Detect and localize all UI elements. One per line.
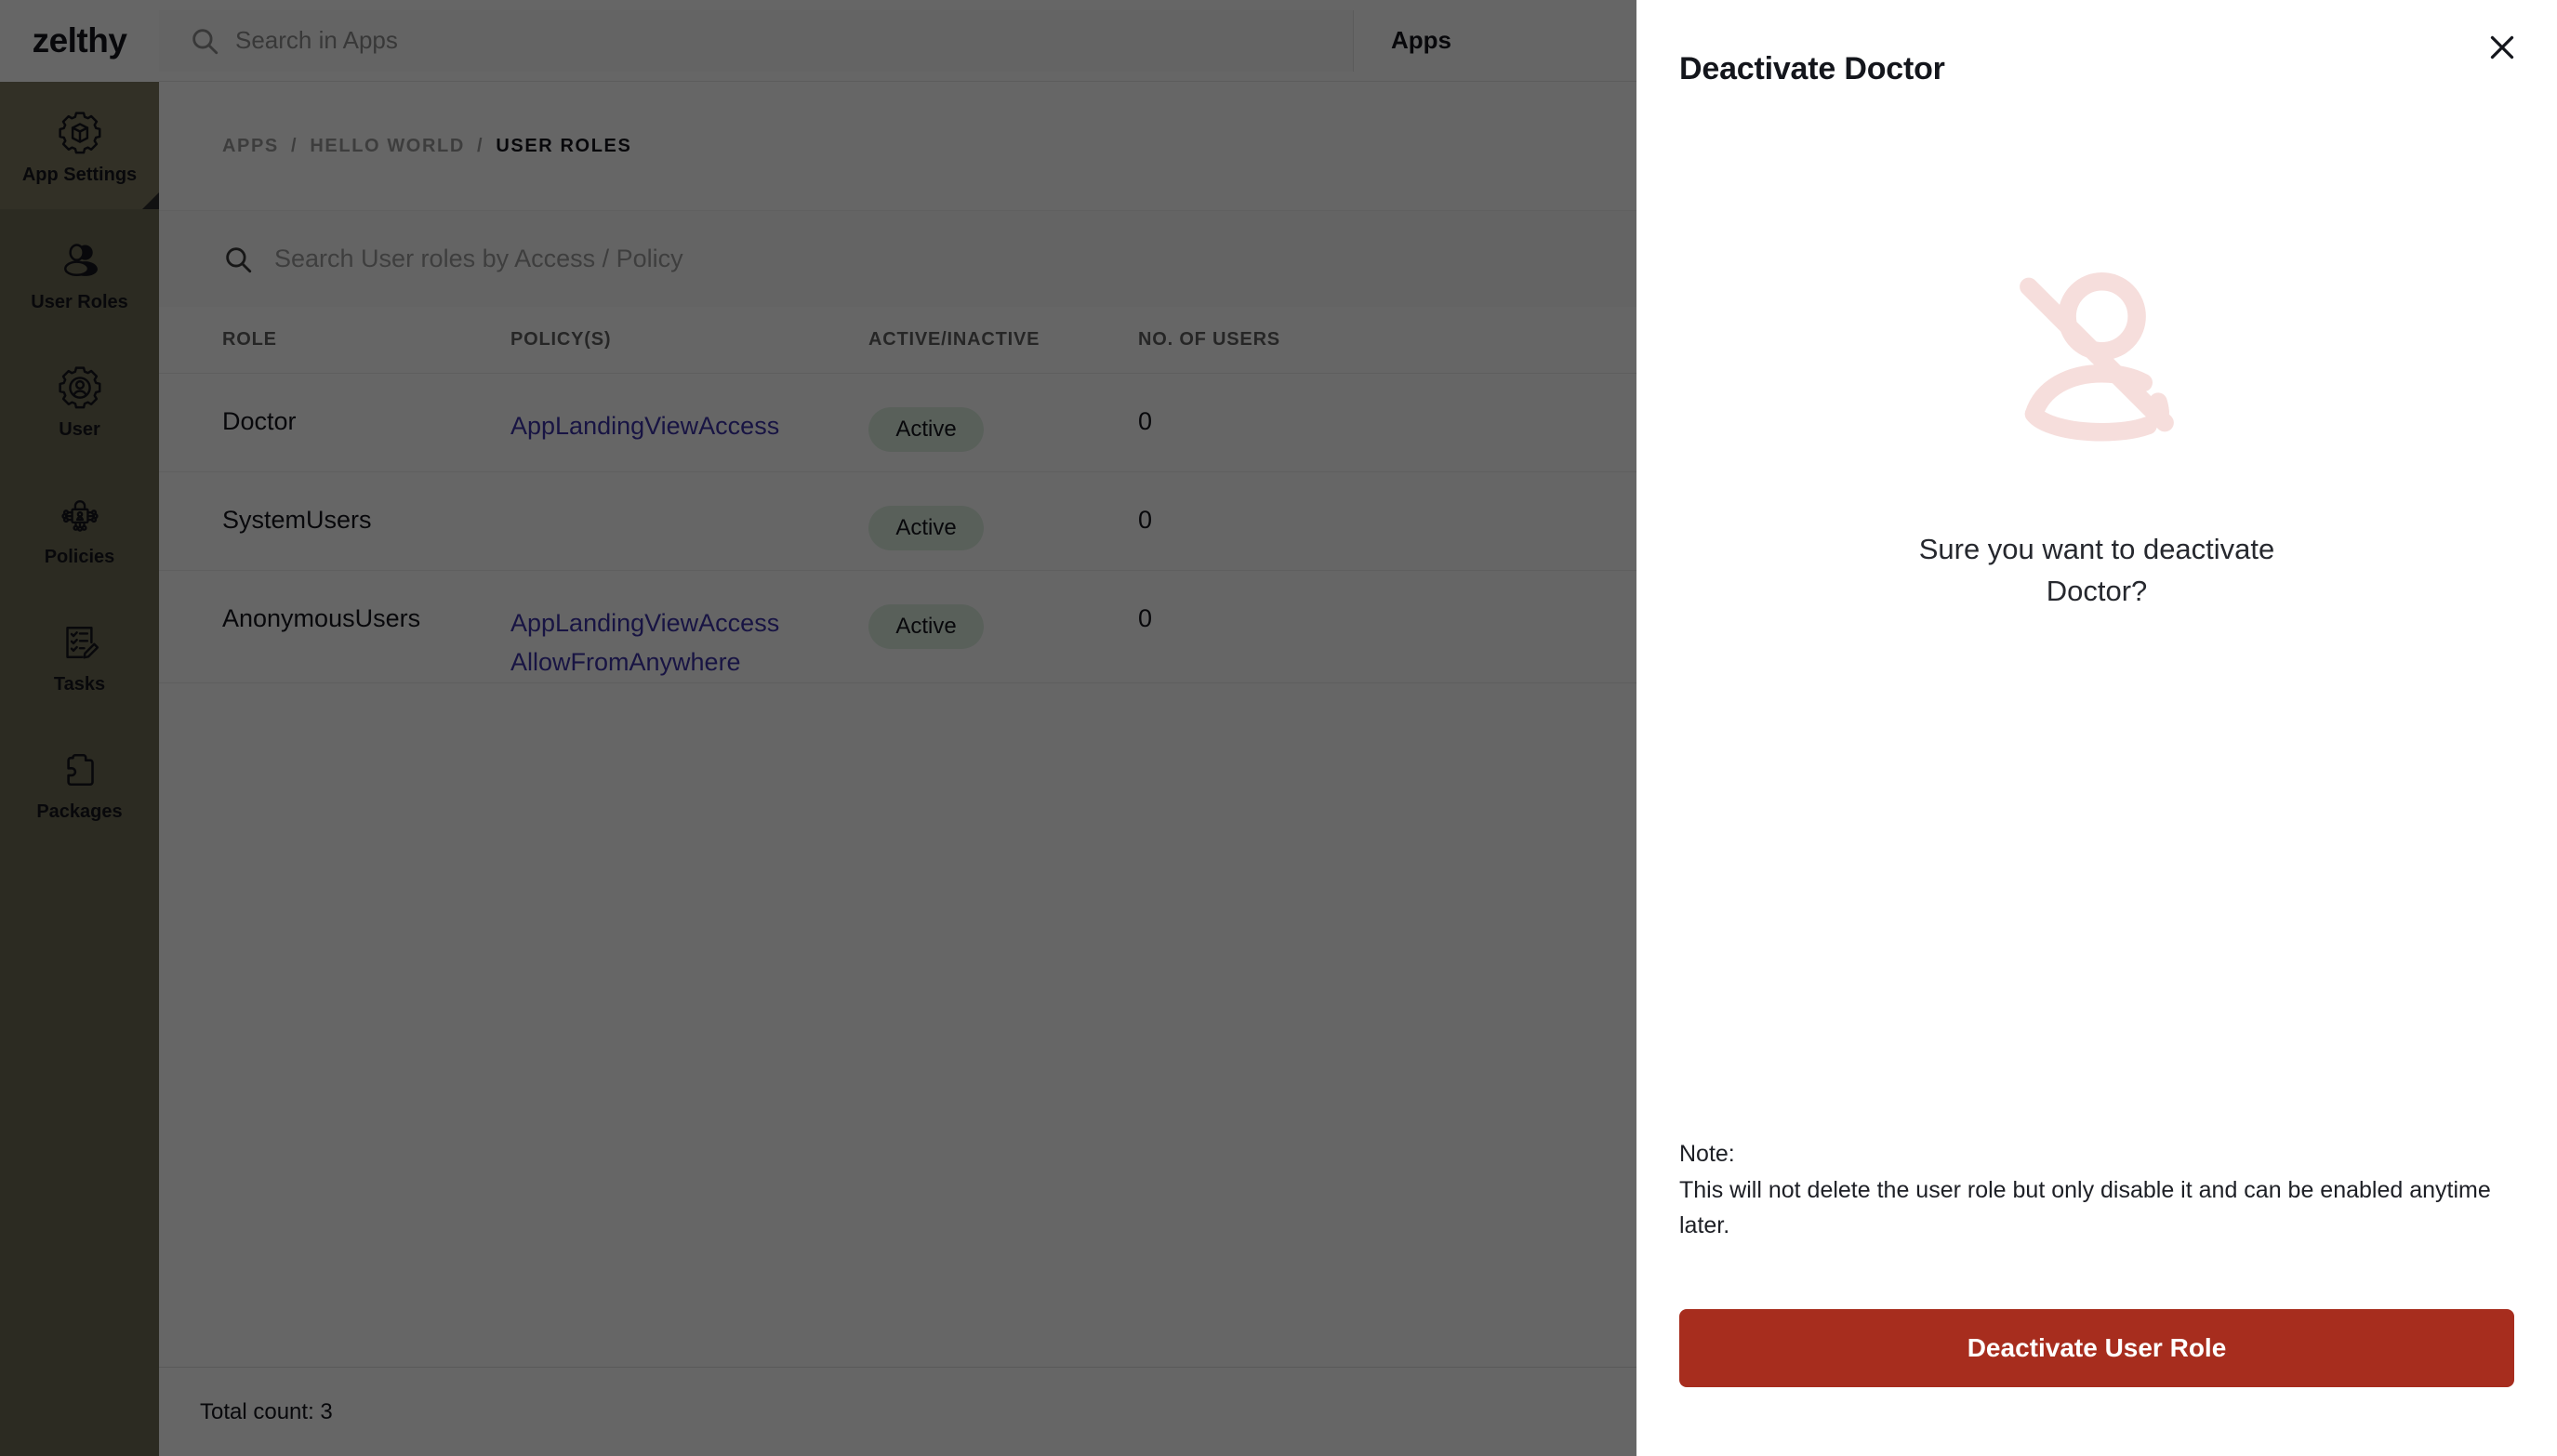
close-icon[interactable]	[2475, 20, 2529, 74]
modal-body: Sure you want to deactivate Doctor?	[1679, 87, 2514, 1136]
modal-note: Note: This will not delete the user role…	[1679, 1136, 2514, 1244]
confirm-message-line1: Sure you want to deactivate	[1918, 533, 2275, 565]
user-off-icon	[1985, 250, 2208, 473]
confirm-message-line2: Doctor?	[2046, 574, 2148, 607]
deactivate-doctor-modal: Deactivate Doctor Sure you want to deact…	[1636, 0, 2557, 1456]
note-body: This will not delete the user role but o…	[1679, 1176, 2491, 1239]
note-label: Note:	[1679, 1140, 1735, 1167]
modal-title: Deactivate Doctor	[1679, 51, 1945, 86]
deactivate-user-role-button[interactable]: Deactivate User Role	[1679, 1309, 2514, 1387]
app-root: zelthy App Settings	[0, 0, 2557, 1456]
confirm-message: Sure you want to deactivate Doctor?	[1878, 529, 2315, 613]
